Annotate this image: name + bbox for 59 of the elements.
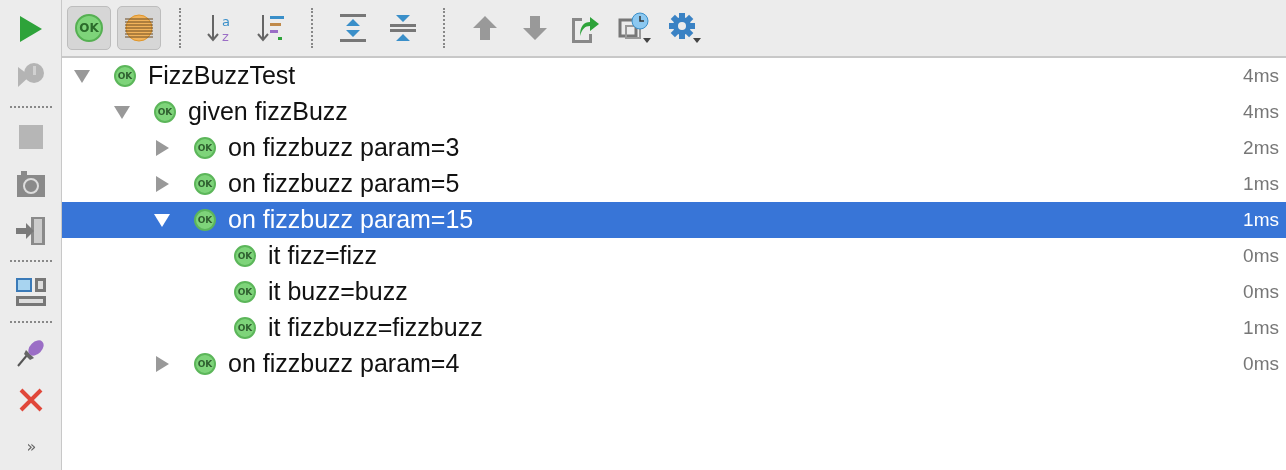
- layout-icon[interactable]: [15, 277, 46, 306]
- up-arrow-icon[interactable]: [471, 14, 499, 42]
- down-arrow-icon[interactable]: [521, 14, 549, 42]
- test-name: on fizzbuzz param=4: [228, 348, 460, 380]
- tree-row[interactable]: OK on fizzbuzz param=15 1ms: [62, 202, 1286, 238]
- gear-icon[interactable]: [668, 12, 702, 44]
- test-duration: 0ms: [1243, 279, 1280, 304]
- tree-row[interactable]: OK on fizzbuzz param=3 2ms: [62, 130, 1286, 166]
- exit-icon[interactable]: [15, 217, 46, 245]
- close-icon[interactable]: [18, 387, 43, 412]
- ignored-filter-button[interactable]: [117, 6, 161, 50]
- expand-toggle[interactable]: [154, 212, 170, 228]
- tree-row[interactable]: OK on fizzbuzz param=5 1ms: [62, 166, 1286, 202]
- collapse-all-icon[interactable]: [388, 13, 418, 43]
- status-badge: OK: [114, 65, 136, 87]
- test-duration: 1ms: [1243, 171, 1280, 196]
- tree-row[interactable]: OK it buzz=buzz 0ms: [62, 274, 1286, 310]
- test-name: given fizzBuzz: [188, 96, 348, 128]
- test-duration: 0ms: [1243, 351, 1280, 376]
- test-name: FizzBuzzTest: [148, 60, 296, 92]
- status-badge: OK: [234, 245, 256, 267]
- ignored-filter-icon: [124, 13, 154, 43]
- pin-icon[interactable]: [15, 337, 46, 368]
- test-name: on fizzbuzz param=5: [228, 168, 460, 200]
- expand-all-icon[interactable]: [338, 13, 368, 43]
- tree-row[interactable]: OK it fizz=fizz 0ms: [62, 238, 1286, 274]
- test-duration: 0ms: [1243, 243, 1280, 268]
- more-button[interactable]: »: [10, 427, 51, 466]
- tree-row[interactable]: OK on fizzbuzz param=4 0ms: [62, 346, 1286, 382]
- passed-filter-button[interactable]: OK: [67, 6, 111, 50]
- history-icon[interactable]: [618, 12, 652, 44]
- tree-row[interactable]: OK it fizzbuzz=fizzbuzz 1ms: [62, 310, 1286, 346]
- status-badge: OK: [194, 137, 216, 159]
- test-duration: 4ms: [1243, 63, 1280, 88]
- test-duration: 2ms: [1243, 135, 1280, 160]
- expand-toggle[interactable]: [154, 356, 170, 372]
- status-badge: OK: [234, 317, 256, 339]
- test-name: on fizzbuzz param=3: [228, 132, 460, 164]
- tree-row[interactable]: OK FizzBuzzTest 4ms: [62, 58, 1286, 94]
- status-badge: OK: [154, 101, 176, 123]
- test-name: it buzz=buzz: [268, 276, 408, 308]
- test-name: it fizz=fizz: [268, 240, 378, 272]
- status-badge: OK: [194, 209, 216, 231]
- expand-toggle[interactable]: [154, 140, 170, 156]
- camera-icon[interactable]: [16, 171, 45, 198]
- expand-toggle[interactable]: [154, 176, 170, 192]
- test-duration: 4ms: [1243, 99, 1280, 124]
- expand-toggle[interactable]: [114, 104, 130, 120]
- test-duration: 1ms: [1243, 207, 1280, 232]
- tree-row[interactable]: OK given fizzBuzz 4ms: [62, 94, 1286, 130]
- test-name: on fizzbuzz param=15: [228, 204, 474, 236]
- expand-toggle[interactable]: [74, 68, 90, 84]
- run-icon[interactable]: [17, 14, 44, 45]
- status-badge: OK: [194, 173, 216, 195]
- sort-by-duration-icon[interactable]: [256, 13, 286, 43]
- status-badge: OK: [194, 353, 216, 375]
- test-duration: 1ms: [1243, 315, 1280, 340]
- status-badge: OK: [234, 281, 256, 303]
- test-name: it fizzbuzz=fizzbuzz: [268, 312, 483, 344]
